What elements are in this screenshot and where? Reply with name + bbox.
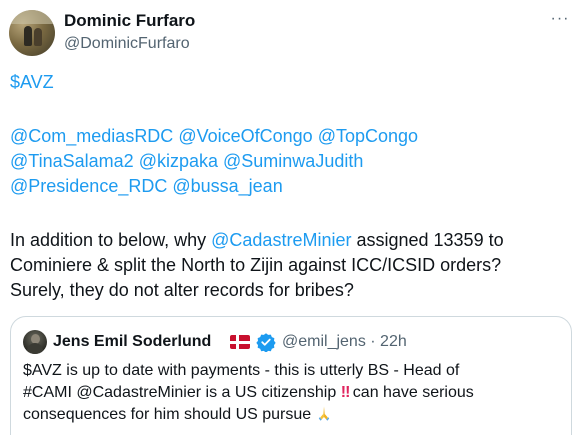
more-icon[interactable]: ···: [548, 11, 572, 32]
quote-handle-time[interactable]: @emil_jens · 22h: [282, 333, 407, 351]
folded-hands-icon: [318, 406, 329, 421]
quote-text: consequences for him should US pursue: [23, 406, 316, 423]
quote-text-line-2: #CAMI @CadastreMinier is a US citizenshi…: [23, 382, 474, 404]
mention-link[interactable]: @kizpaka: [139, 151, 218, 171]
danish-flag-icon: [230, 335, 250, 349]
quote-author-name[interactable]: Jens Emil Soderlund: [53, 333, 211, 351]
tweet-body-line-1: In addition to below, why @CadastreMinie…: [10, 228, 504, 252]
mention-link[interactable]: @bussa_jean: [172, 176, 282, 196]
mention-link[interactable]: @Presidence_RDC: [10, 176, 167, 196]
quote-text: #CAMI @CadastreMinier is a US citizenshi…: [23, 384, 341, 401]
mentions-line-2: @TinaSalama2 @kizpaka @SuminwaJudith: [10, 149, 363, 173]
body-text: assigned 13359 to: [351, 230, 504, 250]
body-text: In addition to below, why: [10, 230, 212, 250]
mention-link[interactable]: @TinaSalama2: [10, 151, 134, 171]
author-avatar[interactable]: [9, 10, 55, 56]
quote-text-line-1: $AVZ is up to date with payments - this …: [23, 362, 460, 379]
mentions-line-1: @Com_mediasRDC @VoiceOfCongo @TopCongo: [10, 124, 418, 148]
verified-badge-icon: [256, 333, 276, 352]
mention-link[interactable]: @Com_mediasRDC: [10, 126, 173, 146]
quote-text: can have serious: [348, 384, 474, 401]
quote-text-line-3: consequences for him should US pursue: [23, 404, 332, 426]
mention-link[interactable]: @VoiceOfCongo: [178, 126, 312, 146]
quote-author-avatar[interactable]: [23, 330, 47, 354]
mention-link[interactable]: @TopCongo: [318, 126, 418, 146]
mentions-line-3: @Presidence_RDC @bussa_jean: [10, 174, 283, 198]
mention-link[interactable]: @CadastreMinier: [211, 230, 351, 250]
quoted-tweet-card[interactable]: Jens Emil Soderlund @emil_jens · 22h $AV…: [10, 316, 572, 435]
tweet-body-line-2: Cominiere & split the North to Zijin aga…: [10, 255, 502, 275]
tweet: Dominic Furfaro @DominicFurfaro ··· $AVZ…: [0, 0, 581, 435]
cashtag-avz[interactable]: $AVZ: [10, 70, 54, 94]
author-handle[interactable]: @DominicFurfaro: [64, 35, 190, 53]
mention-link[interactable]: @SuminwaJudith: [223, 151, 363, 171]
tweet-body-line-3: Surely, they do not alter records for br…: [10, 280, 354, 300]
author-name[interactable]: Dominic Furfaro: [64, 11, 195, 31]
